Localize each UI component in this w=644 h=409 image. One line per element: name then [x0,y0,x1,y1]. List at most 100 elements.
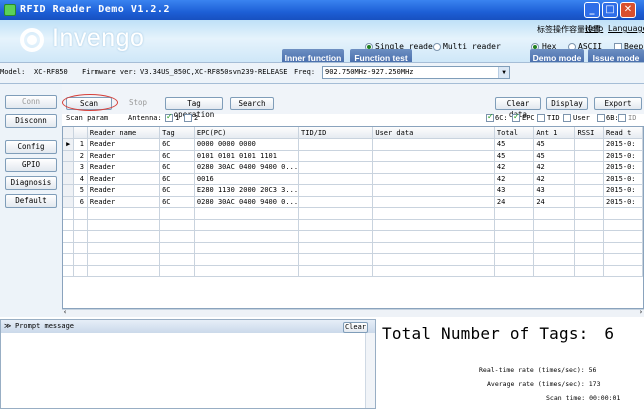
cell-tag[interactable]: 6C [159,173,195,185]
tag-operation-button[interactable]: Tag operation [165,97,223,119]
table-row[interactable]: 4 Reader 6C 0016 42 42 2015-0: [63,173,643,185]
cell-rssi[interactable] [574,150,604,162]
cell-tid[interactable] [298,196,374,208]
antenna2-checkbox[interactable] [184,114,192,122]
cell-ant1[interactable]: 24 [533,196,576,208]
cell-total[interactable]: 43 [494,184,535,197]
current-row-indicator-icon[interactable]: ▶ [63,138,75,151]
cell-no[interactable]: 2 [73,150,88,162]
cell-total[interactable]: 42 [494,161,535,174]
cell-tid[interactable] [298,161,374,174]
cell-ant1[interactable]: 45 [533,150,576,162]
filter-epc-checkbox[interactable] [512,112,520,122]
cell-tag[interactable]: 6C [159,184,195,197]
scan-param-tab[interactable]: Scan param [66,114,108,122]
cell-user[interactable] [372,138,495,151]
conn-button[interactable]: Conn [5,95,57,109]
table-row[interactable]: 6 Reader 6C 0280 30AC 0400 9400 0... 24 24 201… [63,196,643,208]
cell-tid[interactable] [298,138,374,151]
cell-read[interactable]: 2015-0: [603,161,643,174]
table-row[interactable]: 2 Reader 6C 0101 0101 0101 1101 45 45 2015-0: [63,150,643,162]
tag-data-grid[interactable]: Reader name Tag EPC(PC) TID/ID User data… [62,126,644,309]
menu-language[interactable]: Language [608,24,644,33]
cell-reader[interactable]: Reader [87,173,161,185]
cell-ant1[interactable]: 43 [533,184,576,197]
default-button[interactable]: Default [5,194,57,208]
cell-epc[interactable]: E280 1130 2000 20C3 3... [194,184,300,197]
filter-6c-checkbox[interactable] [486,112,494,122]
multi-reader-radio[interactable] [433,43,441,51]
cell-epc[interactable]: 0016 [194,173,300,185]
antenna1-checkbox[interactable] [165,112,173,122]
cell-epc[interactable]: 0280 30AC 0400 9400 0... [194,161,300,174]
cell-no[interactable]: 1 [73,138,88,151]
cell-read[interactable]: 2015-0: [603,150,643,162]
cell-tag[interactable]: 6C [159,196,195,208]
cell-rssi[interactable] [574,161,604,174]
cell-tid[interactable] [298,184,374,197]
cell-total[interactable]: 45 [494,138,535,151]
cell-ant1[interactable]: 45 [533,138,576,151]
cell-total[interactable]: 24 [494,196,535,208]
cell-rssi[interactable] [574,184,604,197]
cell-user[interactable] [372,161,495,174]
prompt-vertical-scrollbar[interactable] [365,333,375,408]
config-button[interactable]: Config [5,140,57,154]
cell-reader[interactable]: Reader [87,138,161,151]
cell-read[interactable]: 2015-0: [603,184,643,197]
gpio-button[interactable]: GPIO [5,158,57,172]
cell-total[interactable]: 42 [494,173,535,185]
scroll-left-icon[interactable]: ‹ [63,308,67,316]
cell-reader[interactable]: Reader [87,150,161,162]
row-indicator[interactable] [63,184,75,197]
cell-ant1[interactable]: 42 [533,161,576,174]
export-button[interactable]: Export [594,97,642,110]
col-total[interactable]: Total [494,127,535,139]
cell-epc[interactable]: 0280 30AC 0400 9400 0... [194,196,300,208]
col-tag[interactable]: Tag [159,127,195,139]
cell-total[interactable]: 45 [494,150,535,162]
col-tid[interactable]: TID/ID [298,127,374,139]
cell-no[interactable]: 6 [73,196,88,208]
prompt-clear-button[interactable]: Clear [343,322,368,333]
filter-6b-checkbox[interactable] [597,114,605,122]
cell-epc[interactable]: 0000 0000 0000 [194,138,300,151]
table-row[interactable]: ▶ 1 Reader 6C 0000 0000 0000 45 45 2015-0: [63,138,643,151]
table-row[interactable]: 3 Reader 6C 0280 30AC 0400 9400 0... 42 42 201… [63,161,643,174]
cell-read[interactable]: 2015-0: [603,173,643,185]
row-indicator[interactable] [63,150,75,162]
cell-user[interactable] [372,150,495,162]
cell-ant1[interactable]: 42 [533,173,576,185]
search-button[interactable]: Search [230,97,274,110]
cell-tag[interactable]: 6C [159,138,195,151]
filter-id-checkbox[interactable] [618,114,626,122]
scroll-right-icon[interactable]: › [639,308,643,316]
cell-no[interactable]: 3 [73,161,88,174]
cell-read[interactable]: 2015-0: [603,196,643,208]
display-button[interactable]: Display [546,97,588,110]
cell-user[interactable] [372,173,495,185]
filter-user-checkbox[interactable] [563,114,571,122]
cell-read[interactable]: 2015-0: [603,138,643,151]
cell-tag[interactable]: 6C [159,150,195,162]
col-ant1[interactable]: Ant 1 [533,127,576,139]
cell-tag[interactable]: 6C [159,161,195,174]
col-user-data[interactable]: User data [372,127,495,139]
cell-rssi[interactable] [574,173,604,185]
clear-data-button[interactable]: Clear data [495,97,541,119]
col-read-time[interactable]: Read t [603,127,643,139]
close-button[interactable]: ✕ [620,2,636,18]
row-indicator[interactable] [63,173,75,185]
table-row[interactable]: 5 Reader 6C E280 1130 2000 20C3 3... 43 43 201… [63,184,643,197]
filter-tid-checkbox[interactable] [537,114,545,122]
col-reader-name[interactable]: Reader name [87,127,161,139]
horizontal-scrollbar[interactable]: ‹ › [62,308,644,317]
col-rssi[interactable]: RSSI [574,127,604,139]
disconn-button[interactable]: Disconn [5,114,57,128]
menu-help[interactable]: Help [585,24,603,33]
collapse-icon[interactable]: ≫ [4,320,11,332]
cell-reader[interactable]: Reader [87,196,161,208]
diagnosis-button[interactable]: Diagnosis [5,176,57,190]
cell-user[interactable] [372,196,495,208]
cell-rssi[interactable] [574,196,604,208]
